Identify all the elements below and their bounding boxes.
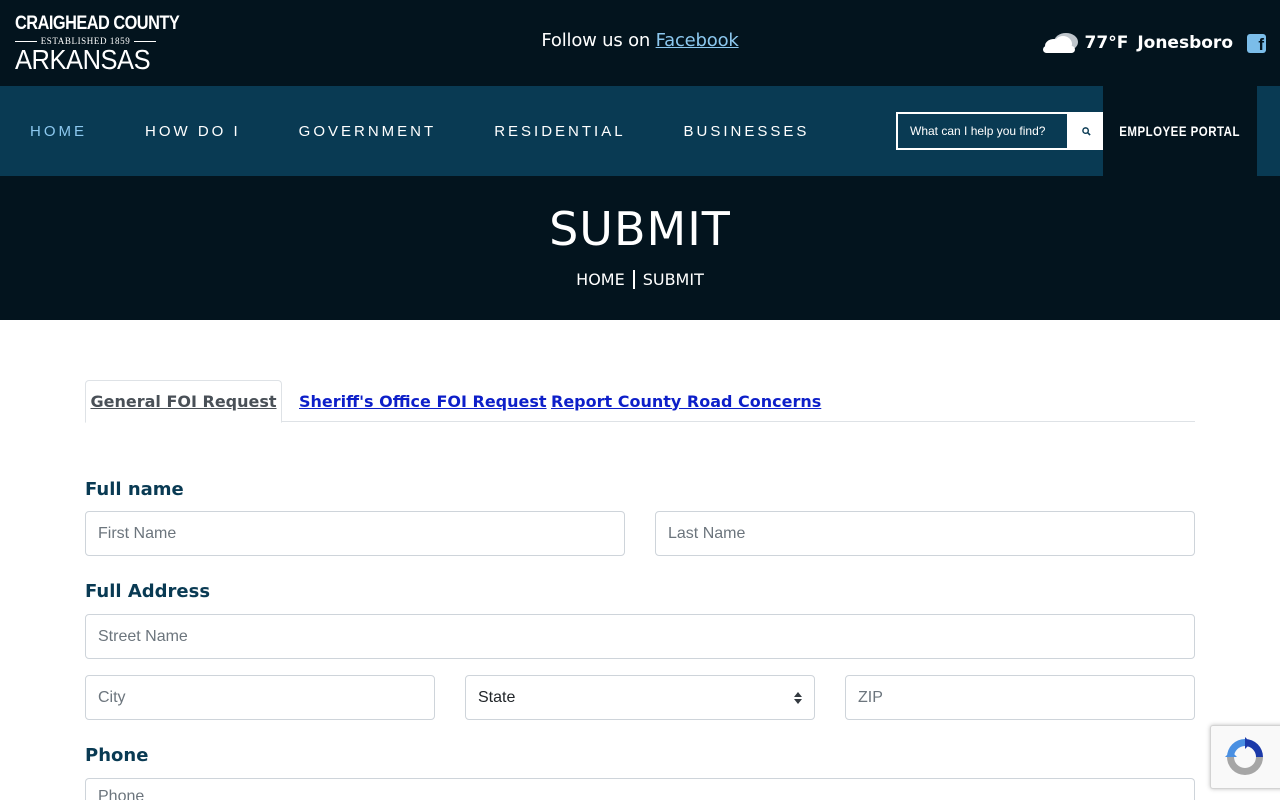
follow-prefix: Follow us on xyxy=(541,30,656,51)
facebook-icon[interactable]: f xyxy=(1247,33,1266,53)
page-hero: SUBMIT HOME SUBMIT xyxy=(0,176,1280,320)
nav-item-residential[interactable]: RESIDENTIAL xyxy=(494,123,625,140)
main-nav-bar: HOME HOW DO I GOVERNMENT RESIDENTIAL BUS… xyxy=(0,86,1280,176)
recaptcha-icon xyxy=(1225,737,1263,775)
first-name-input[interactable] xyxy=(85,511,625,556)
state-select[interactable]: State xyxy=(465,675,815,720)
nav-item-home[interactable]: HOME xyxy=(30,123,87,140)
search-button[interactable] xyxy=(1069,112,1103,150)
recaptcha-badge[interactable] xyxy=(1210,725,1280,789)
breadcrumb: HOME SUBMIT xyxy=(0,270,1280,289)
select-arrows-icon xyxy=(794,692,802,704)
city-input[interactable] xyxy=(85,675,435,720)
zip-input[interactable] xyxy=(845,675,1195,720)
employee-portal-label: EMPLOYEE PORTAL xyxy=(1119,123,1241,139)
employee-portal-button[interactable]: EMPLOYEE PORTAL xyxy=(1103,86,1257,176)
full-name-label: Full name xyxy=(85,479,184,500)
breadcrumb-separator xyxy=(632,270,635,289)
top-bar: CRAIGHEAD COUNTY ESTABLISHED 1859 ARKANS… xyxy=(0,0,1280,86)
tab-general-foi[interactable]: General FOI Request xyxy=(85,380,282,423)
tab-road-concerns[interactable]: Report County Road Concerns xyxy=(551,380,821,422)
tab-sheriff-foi[interactable]: Sheriff's Office FOI Request xyxy=(299,380,547,422)
search-input[interactable] xyxy=(896,112,1069,150)
breadcrumb-home[interactable]: HOME xyxy=(576,270,625,289)
facebook-link[interactable]: Facebook xyxy=(656,30,739,51)
last-name-input[interactable] xyxy=(655,511,1195,556)
page-title: SUBMIT xyxy=(549,202,731,256)
request-tabs: General FOI Request Sheriff's Office FOI… xyxy=(85,380,1195,423)
main-nav: HOME HOW DO I GOVERNMENT RESIDENTIAL BUS… xyxy=(0,86,867,176)
weather-widget: 77°F Jonesboro f xyxy=(1039,30,1266,56)
weather-temperature: 77°F xyxy=(1084,33,1129,53)
search-icon xyxy=(1081,126,1091,136)
nav-item-government[interactable]: GOVERNMENT xyxy=(299,123,437,140)
nav-item-businesses[interactable]: BUSINESSES xyxy=(684,123,810,140)
phone-label: Phone xyxy=(85,745,149,766)
full-address-label: Full Address xyxy=(85,581,211,602)
weather-city: Jonesboro xyxy=(1137,33,1233,53)
cloud-icon xyxy=(1042,33,1078,53)
site-search xyxy=(896,112,1103,150)
street-name-input[interactable] xyxy=(85,614,1195,659)
breadcrumb-current: SUBMIT xyxy=(642,270,704,289)
phone-input[interactable] xyxy=(85,778,1195,800)
nav-item-how-do-i[interactable]: HOW DO I xyxy=(145,123,241,140)
state-select-value: State xyxy=(478,688,516,706)
